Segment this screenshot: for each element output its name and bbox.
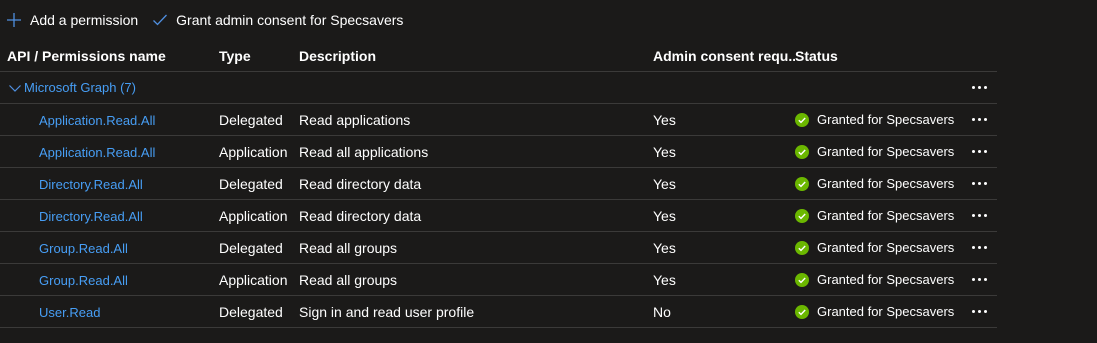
grant-admin-consent-button[interactable]: Grant admin consent for Specsavers (146, 0, 411, 40)
status-cell: Granted for Specsavers (795, 304, 955, 319)
status-cell: Granted for Specsavers (795, 112, 955, 127)
more-icon (971, 86, 987, 89)
table-header-row: API / Permissions name Type Description … (0, 40, 997, 72)
row-more-button[interactable] (968, 302, 990, 322)
more-icon (971, 150, 987, 153)
description-cell: Read all groups (299, 271, 398, 288)
group-row-microsoft-graph[interactable]: Microsoft Graph (7) (0, 72, 997, 104)
column-header-admin-consent[interactable]: Admin consent requ... (653, 48, 795, 64)
description-cell: Read all groups (299, 239, 398, 256)
status-cell: Granted for Specsavers (795, 144, 955, 159)
status-cell: Granted for Specsavers (795, 176, 955, 191)
admin-consent-cell: Yes (653, 143, 676, 160)
checkmark-circle-icon (795, 176, 809, 191)
description-cell: Sign in and read user profile (299, 303, 475, 320)
admin-consent-cell: No (653, 303, 671, 320)
description-cell: Read directory data (299, 175, 422, 192)
checkmark-circle-icon (795, 240, 809, 255)
checkmark-circle-icon (795, 112, 809, 127)
checkmark-icon (153, 14, 168, 26)
row-more-button[interactable] (968, 174, 990, 194)
table-row[interactable]: Directory.Read.All Delegated Read direct… (0, 168, 997, 200)
table-row[interactable]: Directory.Read.All Application Read dire… (0, 200, 997, 232)
permission-name-link[interactable]: Directory.Read.All (39, 209, 143, 224)
more-icon (971, 278, 987, 281)
permission-name-cell: Group.Read.All (0, 272, 219, 288)
row-more-button[interactable] (968, 270, 990, 290)
status-cell: Granted for Specsavers (795, 272, 955, 287)
chevron-down-icon[interactable] (8, 81, 22, 95)
status-text: Granted for Specsavers (817, 176, 955, 191)
table-row[interactable]: Application.Read.All Application Read al… (0, 136, 997, 168)
status-text: Granted for Specsavers (817, 304, 955, 319)
permission-name-link[interactable]: Application.Read.All (39, 113, 155, 128)
description-cell: Read directory data (299, 207, 422, 224)
more-icon (971, 118, 987, 121)
row-more-button[interactable] (968, 110, 990, 130)
type-cell: Application (219, 207, 288, 224)
permission-name-cell: Directory.Read.All (0, 208, 219, 224)
table-row[interactable]: Application.Read.All Delegated Read appl… (0, 104, 997, 136)
more-icon (971, 246, 987, 249)
status-text: Granted for Specsavers (817, 272, 955, 287)
status-cell: Granted for Specsavers (795, 240, 955, 255)
permissions-table: API / Permissions name Type Description … (0, 40, 997, 328)
more-icon (971, 214, 987, 217)
row-more-button[interactable] (968, 206, 990, 226)
type-cell: Delegated (219, 303, 283, 320)
admin-consent-cell: Yes (653, 271, 676, 288)
description-cell: Read applications (299, 111, 411, 128)
grant-admin-consent-label: Grant admin consent for Specsavers (176, 12, 404, 28)
type-cell: Application (219, 143, 288, 160)
column-header-type[interactable]: Type (219, 48, 299, 64)
admin-consent-cell: Yes (653, 175, 676, 192)
more-icon (971, 310, 987, 313)
permission-name-cell: Application.Read.All (0, 112, 219, 128)
status-text: Granted for Specsavers (817, 144, 955, 159)
permission-name-link[interactable]: Group.Read.All (39, 273, 128, 288)
status-text: Granted for Specsavers (817, 240, 955, 255)
row-more-button[interactable] (968, 238, 990, 258)
add-permission-button[interactable]: Add a permission (0, 0, 146, 40)
table-row[interactable]: Group.Read.All Delegated Read all groups… (0, 232, 997, 264)
group-more-button[interactable] (968, 78, 990, 98)
checkmark-circle-icon (795, 304, 809, 319)
status-text: Granted for Specsavers (817, 112, 955, 127)
permission-name-link[interactable]: User.Read (39, 305, 100, 320)
permission-name-cell: Application.Read.All (0, 144, 219, 160)
permission-name-link[interactable]: Directory.Read.All (39, 177, 143, 192)
type-cell: Delegated (219, 239, 283, 256)
table-row[interactable]: User.Read Delegated Sign in and read use… (0, 296, 997, 328)
permission-name-cell: User.Read (0, 304, 219, 320)
table-row[interactable]: Group.Read.All Application Read all grou… (0, 264, 997, 296)
permission-name-link[interactable]: Group.Read.All (39, 241, 128, 256)
type-cell: Application (219, 271, 288, 288)
permission-name-link[interactable]: Application.Read.All (39, 145, 155, 160)
admin-consent-cell: Yes (653, 111, 676, 128)
permission-name-cell: Group.Read.All (0, 240, 219, 256)
column-header-status[interactable]: Status (795, 48, 955, 64)
type-cell: Delegated (219, 111, 283, 128)
group-label[interactable]: Microsoft Graph (7) (24, 80, 136, 95)
command-bar: Add a permission Grant admin consent for… (0, 0, 411, 40)
group-header: Microsoft Graph (7) (0, 80, 219, 95)
type-cell: Delegated (219, 175, 283, 192)
row-more-button[interactable] (968, 142, 990, 162)
admin-consent-cell: Yes (653, 207, 676, 224)
add-permission-label: Add a permission (30, 12, 139, 28)
checkmark-circle-icon (795, 272, 809, 287)
column-header-description[interactable]: Description (299, 48, 653, 64)
plus-icon (7, 13, 21, 27)
checkmark-circle-icon (795, 144, 809, 159)
status-cell: Granted for Specsavers (795, 208, 955, 223)
admin-consent-cell: Yes (653, 239, 676, 256)
permission-name-cell: Directory.Read.All (0, 176, 219, 192)
status-text: Granted for Specsavers (817, 208, 955, 223)
checkmark-circle-icon (795, 208, 809, 223)
description-cell: Read all applications (299, 143, 429, 160)
column-header-name[interactable]: API / Permissions name (0, 48, 219, 64)
more-icon (971, 182, 987, 185)
